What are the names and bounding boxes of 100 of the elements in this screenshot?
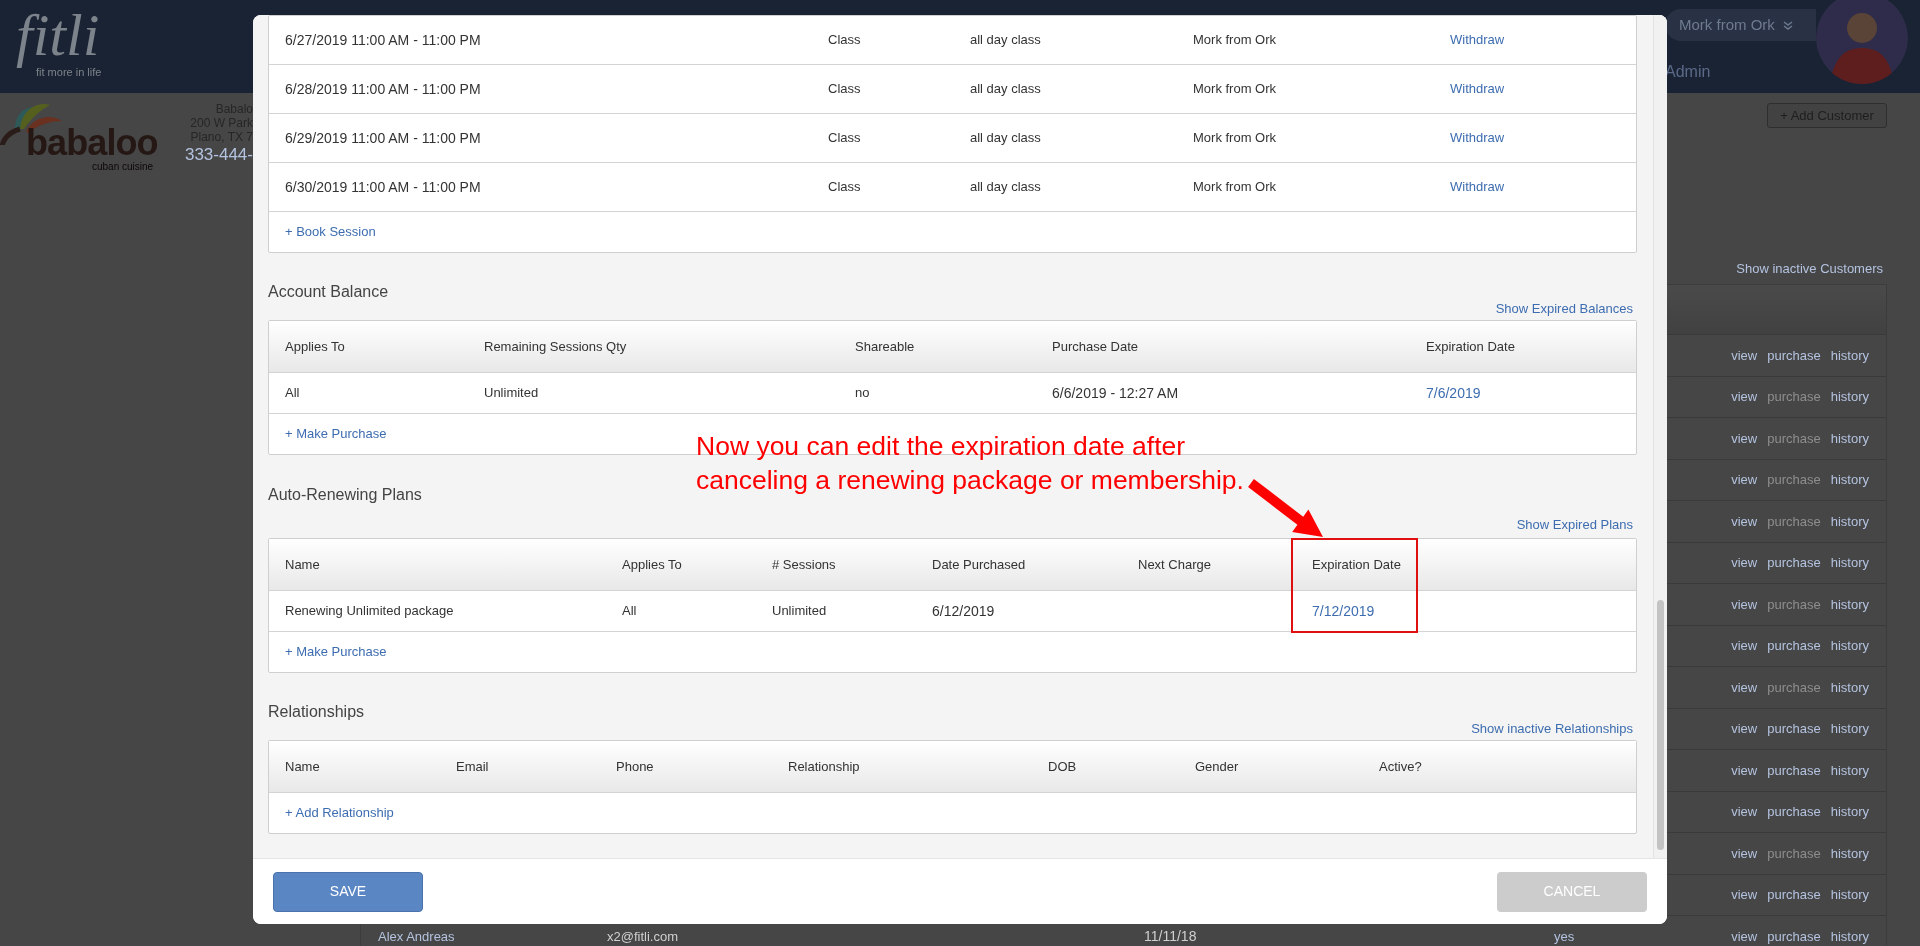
view-link[interactable]: view <box>1731 926 1758 946</box>
column-header: Active? <box>1379 757 1423 776</box>
section-title: Auto-Renewing Plans <box>268 485 423 505</box>
table-cell-text: Unlimited <box>484 384 540 403</box>
history-link[interactable]: history <box>1830 843 1869 863</box>
table-cell-text: no <box>855 384 871 403</box>
purchase-link[interactable]: purchase <box>1767 345 1821 365</box>
purchase-link[interactable]: purchase <box>1767 885 1821 905</box>
history-link[interactable]: history <box>1830 553 1869 573</box>
view-link[interactable]: view <box>1731 719 1758 739</box>
purchase-link[interactable]: purchase <box>1767 553 1821 573</box>
view-link[interactable]: view <box>1731 428 1758 448</box>
table-cell-text: All <box>285 384 301 403</box>
table-cell-text: all day class <box>970 178 1042 197</box>
column-header: Remaining Sessions Qty <box>484 337 628 356</box>
history-link[interactable]: history <box>1830 636 1869 656</box>
history-link[interactable]: history <box>1830 387 1869 407</box>
table-cell-text: Mork from Ork <box>1193 178 1278 197</box>
table-cell-text: 6/6/2019 - 12:27 AM <box>1052 383 1180 403</box>
history-link[interactable]: history <box>1830 511 1869 531</box>
view-link[interactable]: view <box>1731 594 1758 614</box>
purchase-link[interactable]: purchase <box>1767 926 1821 946</box>
column-header: Applies To <box>622 555 683 574</box>
table-cell-text: Mork from Ork <box>1193 129 1278 148</box>
table-cell-text: Class <box>828 178 862 197</box>
column-header: Phone <box>616 757 655 776</box>
column-header: Relationship <box>788 757 861 776</box>
show-link[interactable]: Show Expired Plans <box>1516 518 1633 532</box>
history-link[interactable]: history <box>1830 802 1869 822</box>
purchase-link[interactable]: purchase <box>1767 802 1821 822</box>
table-cell-text: x2@fitli.com <box>607 927 679 946</box>
business-phone: 333-444- <box>184 144 253 166</box>
history-link[interactable]: history <box>1830 470 1869 490</box>
show-link[interactable]: Show inactive Relationships <box>1471 722 1633 736</box>
table-cell-text: All <box>622 602 638 621</box>
table-cell-text: 6/28/2019 11:00 AM - 11:00 PM <box>285 79 482 99</box>
history-link[interactable]: history <box>1830 926 1869 946</box>
user-menu[interactable]: Mork from Ork <box>1665 9 1816 41</box>
table-cell-text: Class <box>828 129 862 148</box>
section-title: Account Balance <box>268 282 390 302</box>
withdraw-link[interactable]: Withdraw <box>1450 177 1620 197</box>
column-header: Expiration Date <box>1426 337 1516 356</box>
expiration-date-link[interactable]: 7/12/2019 <box>1312 600 1620 622</box>
withdraw-link[interactable]: Withdraw <box>1450 128 1620 148</box>
history-link[interactable]: history <box>1830 428 1869 448</box>
purchase-link[interactable]: purchase <box>1767 719 1821 739</box>
view-link[interactable]: view <box>1731 553 1758 573</box>
table-cell-text: all day class <box>970 80 1042 99</box>
view-link[interactable]: view <box>1731 636 1758 656</box>
table-cell-text: 6/27/2019 11:00 AM - 11:00 PM <box>285 30 482 50</box>
history-link[interactable]: history <box>1830 719 1869 739</box>
expiration-date-link[interactable]: 7/6/2019 <box>1426 382 1620 404</box>
column-header: Expiration Date <box>1312 555 1402 574</box>
add-link[interactable]: + Make Purchase <box>285 424 387 444</box>
table-cell-text: all day class <box>970 129 1042 148</box>
table-cell-text: Alex Andreas <box>378 927 456 946</box>
purchase-link[interactable]: purchase <box>1767 760 1821 780</box>
annotation-text: Now you can edit the expiration date after canceling a renewing package or membership. <box>696 430 1245 497</box>
avatar[interactable] <box>1816 0 1908 84</box>
column-header: Shareable <box>855 337 916 356</box>
column-header: Gender <box>1195 757 1240 776</box>
view-link[interactable]: view <box>1731 885 1758 905</box>
view-link[interactable]: view <box>1731 802 1758 822</box>
table-cell-text: 11/11/18 <box>1144 926 1198 946</box>
withdraw-link[interactable]: Withdraw <box>1450 79 1620 99</box>
table-cell-text: Mork from Ork <box>1193 31 1278 50</box>
table-cell-text: 6/12/2019 <box>932 601 996 621</box>
history-link[interactable]: history <box>1830 885 1869 905</box>
withdraw-link[interactable]: Withdraw <box>1450 30 1620 50</box>
table-cell-text: all day class <box>970 31 1042 50</box>
scrollbar-thumb[interactable] <box>1657 600 1664 850</box>
view-link[interactable]: view <box>1731 677 1758 697</box>
purchase-link[interactable]: purchase <box>1767 636 1821 656</box>
history-link[interactable]: history <box>1830 677 1869 697</box>
column-header: Applies To <box>285 337 346 356</box>
user-role: Admin <box>1665 62 1712 82</box>
view-link[interactable]: view <box>1731 843 1758 863</box>
column-header: Email <box>456 757 490 776</box>
view-link[interactable]: view <box>1731 760 1758 780</box>
history-link[interactable]: history <box>1830 345 1869 365</box>
table-cell-text: Renewing Unlimited package <box>285 602 455 621</box>
history-link[interactable]: history <box>1830 760 1869 780</box>
column-header: Name <box>285 757 321 776</box>
show-link[interactable]: Show Expired Balances <box>1495 302 1633 316</box>
column-header: DOB <box>1048 757 1078 776</box>
view-link[interactable]: view <box>1731 511 1758 531</box>
history-link[interactable]: history <box>1830 594 1869 614</box>
column-header: Name <box>285 555 321 574</box>
chevron-down-icon <box>1782 20 1793 31</box>
table-cell-text: yes <box>1554 927 1576 946</box>
column-header: Date Purchased <box>932 555 1027 574</box>
view-link[interactable]: view <box>1731 345 1758 365</box>
save-button[interactable]: SAVE <box>273 871 423 912</box>
add-link[interactable]: + Make Purchase <box>285 642 387 662</box>
view-link[interactable]: view <box>1731 470 1758 490</box>
table-cell-text: 6/29/2019 11:00 AM - 11:00 PM <box>285 128 482 148</box>
brand-logo[interactable]: fitli <box>16 4 102 66</box>
add-link[interactable]: + Book Session <box>285 222 376 242</box>
view-link[interactable]: view <box>1731 387 1758 407</box>
add-link[interactable]: + Add Relationship <box>285 803 394 823</box>
